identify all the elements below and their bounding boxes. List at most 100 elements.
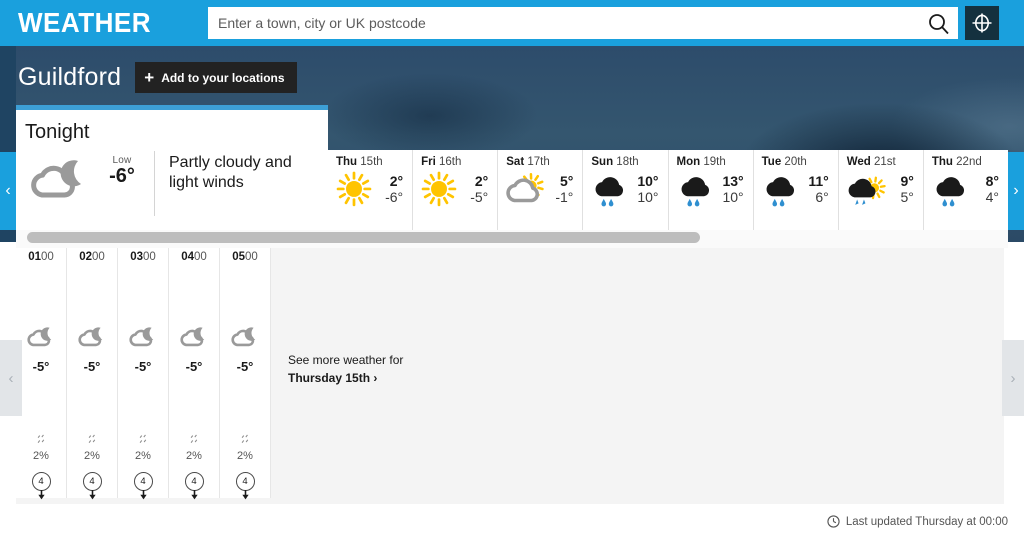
- hour-label: 0100: [28, 251, 54, 263]
- day-forecast-card[interactable]: Thu 22nd 8° 4°: [923, 150, 1008, 239]
- day-temperatures: 13° 10°: [722, 173, 743, 205]
- day-high-temp: 13°: [722, 172, 744, 189]
- hour-label: 0200: [79, 251, 105, 263]
- day-card-row: 11° 6°: [754, 168, 838, 209]
- hour-forecast-column[interactable]: 0300 -5° 2% 4: [118, 246, 169, 500]
- hour-temperature: -5°: [236, 359, 254, 374]
- day-high-temp: 9°: [900, 172, 914, 189]
- day-card-row: 2° -6°: [328, 168, 412, 209]
- day-low-temp: -5°: [470, 189, 489, 205]
- day-high-temp: 2°: [389, 172, 404, 189]
- cloud-moon-icon-glyph: [27, 327, 51, 347]
- cloud-moon-icon: [16, 151, 100, 201]
- search-icon[interactable]: [926, 11, 952, 37]
- forecast-scrollbar-thumb[interactable]: [27, 232, 700, 243]
- add-to-locations-label: Add to your locations: [161, 70, 285, 85]
- day-of-month: 20th: [784, 156, 807, 168]
- add-to-locations-button[interactable]: + Add to your locations: [135, 62, 297, 93]
- hour-precipitation-chance: 2%: [135, 450, 151, 462]
- hour-hh: 01: [28, 251, 41, 263]
- chevron-right-icon: ›: [373, 371, 378, 385]
- hour-temperature: -5°: [185, 359, 203, 374]
- day-forecast-card[interactable]: Tue 20th 11° 6°: [753, 150, 839, 239]
- day-high-temp: 10°: [637, 172, 659, 189]
- tonight-low-value: -6°: [109, 165, 135, 187]
- hour-mm: 00: [41, 251, 54, 263]
- see-more-weather-link[interactable]: See more weather for Thursday 15th ›: [288, 351, 403, 387]
- light-rain-icon-glyph: [766, 177, 794, 207]
- tonight-summary-card[interactable]: Tonight Low -6° Partly cloudy and light …: [16, 105, 328, 232]
- hour-mm: 00: [92, 251, 105, 263]
- last-updated-status: Last updated Thursday at 00:00: [827, 515, 1008, 528]
- cloud-moon-glyph: [31, 160, 81, 198]
- hourly-next-button[interactable]: ›: [1002, 340, 1024, 416]
- hour-forecast-column[interactable]: 0500 -5° 2% 4: [220, 246, 271, 500]
- day-card-date: Wed 21st: [839, 156, 923, 168]
- plus-icon: +: [144, 68, 155, 87]
- hour-wind: 4: [133, 472, 153, 506]
- hour-temperature: -5°: [83, 359, 101, 374]
- sunny-showers-icon: [844, 169, 886, 209]
- cloud-moon-icon: [127, 323, 160, 353]
- cloud-moon-icon: [229, 323, 262, 353]
- day-card-date: Thu 22nd: [924, 156, 1008, 168]
- cloud-moon-icon-glyph: [231, 327, 255, 347]
- sunny-intervals-icon: [503, 169, 545, 209]
- day-high-temp: 8°: [985, 172, 999, 189]
- day-forecast-card[interactable]: Wed 21st 9° 5°: [838, 150, 924, 239]
- sunny-icon: [333, 169, 375, 209]
- hour-forecast-column[interactable]: 0400 -5° 2% 4: [169, 246, 220, 500]
- wind-arrow-glyph: [241, 490, 249, 500]
- day-strip-next-button[interactable]: ›: [1008, 152, 1024, 230]
- hour-hh: 04: [181, 251, 194, 263]
- search-glyph: [929, 14, 949, 35]
- masthead: WEATHER: [0, 0, 1024, 46]
- hour-mm: 00: [194, 251, 207, 263]
- day-temperatures: 10° 10°: [637, 173, 658, 205]
- cloud-moon-icon-glyph: [180, 327, 204, 347]
- day-temperatures: 9° 5°: [900, 173, 913, 205]
- hourly-prev-button[interactable]: ‹: [0, 340, 22, 416]
- sunny-icon-glyph: [421, 171, 457, 207]
- tonight-description: Partly cloudy and light winds: [169, 154, 292, 191]
- day-of-week: Thu: [931, 156, 957, 168]
- hour-wind: 4: [31, 472, 51, 506]
- day-high-temp: 5°: [559, 172, 574, 189]
- hour-temperature: -5°: [134, 359, 152, 374]
- day-card-row: 10° 10°: [583, 168, 667, 209]
- hour-forecast-column[interactable]: 0200 -5° 2% 4: [67, 246, 118, 500]
- light-rain-icon-glyph: [595, 177, 624, 207]
- crosshair-glyph: [972, 13, 992, 33]
- drizzle-icon: [131, 430, 156, 448]
- see-more-line1: See more weather for: [288, 353, 404, 367]
- day-low-temp: 10°: [722, 189, 744, 205]
- hourly-columns: 0100 -5° 2% 4 0200 -5° 2% 4 0300 -5° 2% 4 0400 -5° 2% 4…: [16, 246, 271, 500]
- cloud-moon-icon: [25, 323, 58, 353]
- site-logo[interactable]: WEATHER: [18, 7, 184, 39]
- hour-hh: 02: [79, 251, 92, 263]
- tonight-body: Low -6° Partly cloudy and light winds: [16, 151, 328, 216]
- sunny-icon: [418, 169, 460, 209]
- day-forecast-card[interactable]: Thu 15th 2° -6°: [328, 150, 414, 239]
- hour-wind: 4: [184, 472, 204, 506]
- day-strip-prev-button[interactable]: ‹: [0, 152, 16, 230]
- day-forecast-card[interactable]: Fri 16th 2° -5°: [413, 150, 499, 239]
- weather-page: WEATHER Guildford + Add to your locati: [0, 0, 1024, 547]
- hour-precipitation-chance: 2%: [237, 450, 253, 462]
- hour-forecast-column[interactable]: 0100 -5° 2% 4: [16, 246, 67, 500]
- day-forecast-card[interactable]: Mon 19th 13° 10°: [668, 150, 754, 239]
- day-forecast-card[interactable]: Sat 17th 5° -1°: [498, 150, 584, 239]
- day-card-date: Sun 18th: [583, 156, 667, 168]
- hour-label: 0300: [130, 251, 156, 263]
- day-of-month: 16th: [439, 156, 462, 168]
- day-low-temp: 4°: [985, 189, 999, 205]
- day-of-month: 22nd: [956, 156, 982, 168]
- day-of-week: Sat: [506, 156, 528, 168]
- crosshair-location-icon[interactable]: [965, 6, 999, 40]
- hour-wind: 4: [82, 472, 102, 506]
- light-rain-icon-glyph: [936, 177, 964, 207]
- day-card-row: 9° 5°: [839, 168, 923, 209]
- day-forecast-card[interactable]: Sun 18th 10° 10°: [583, 150, 669, 239]
- day-of-month: 18th: [616, 156, 639, 168]
- search-input[interactable]: [208, 7, 958, 39]
